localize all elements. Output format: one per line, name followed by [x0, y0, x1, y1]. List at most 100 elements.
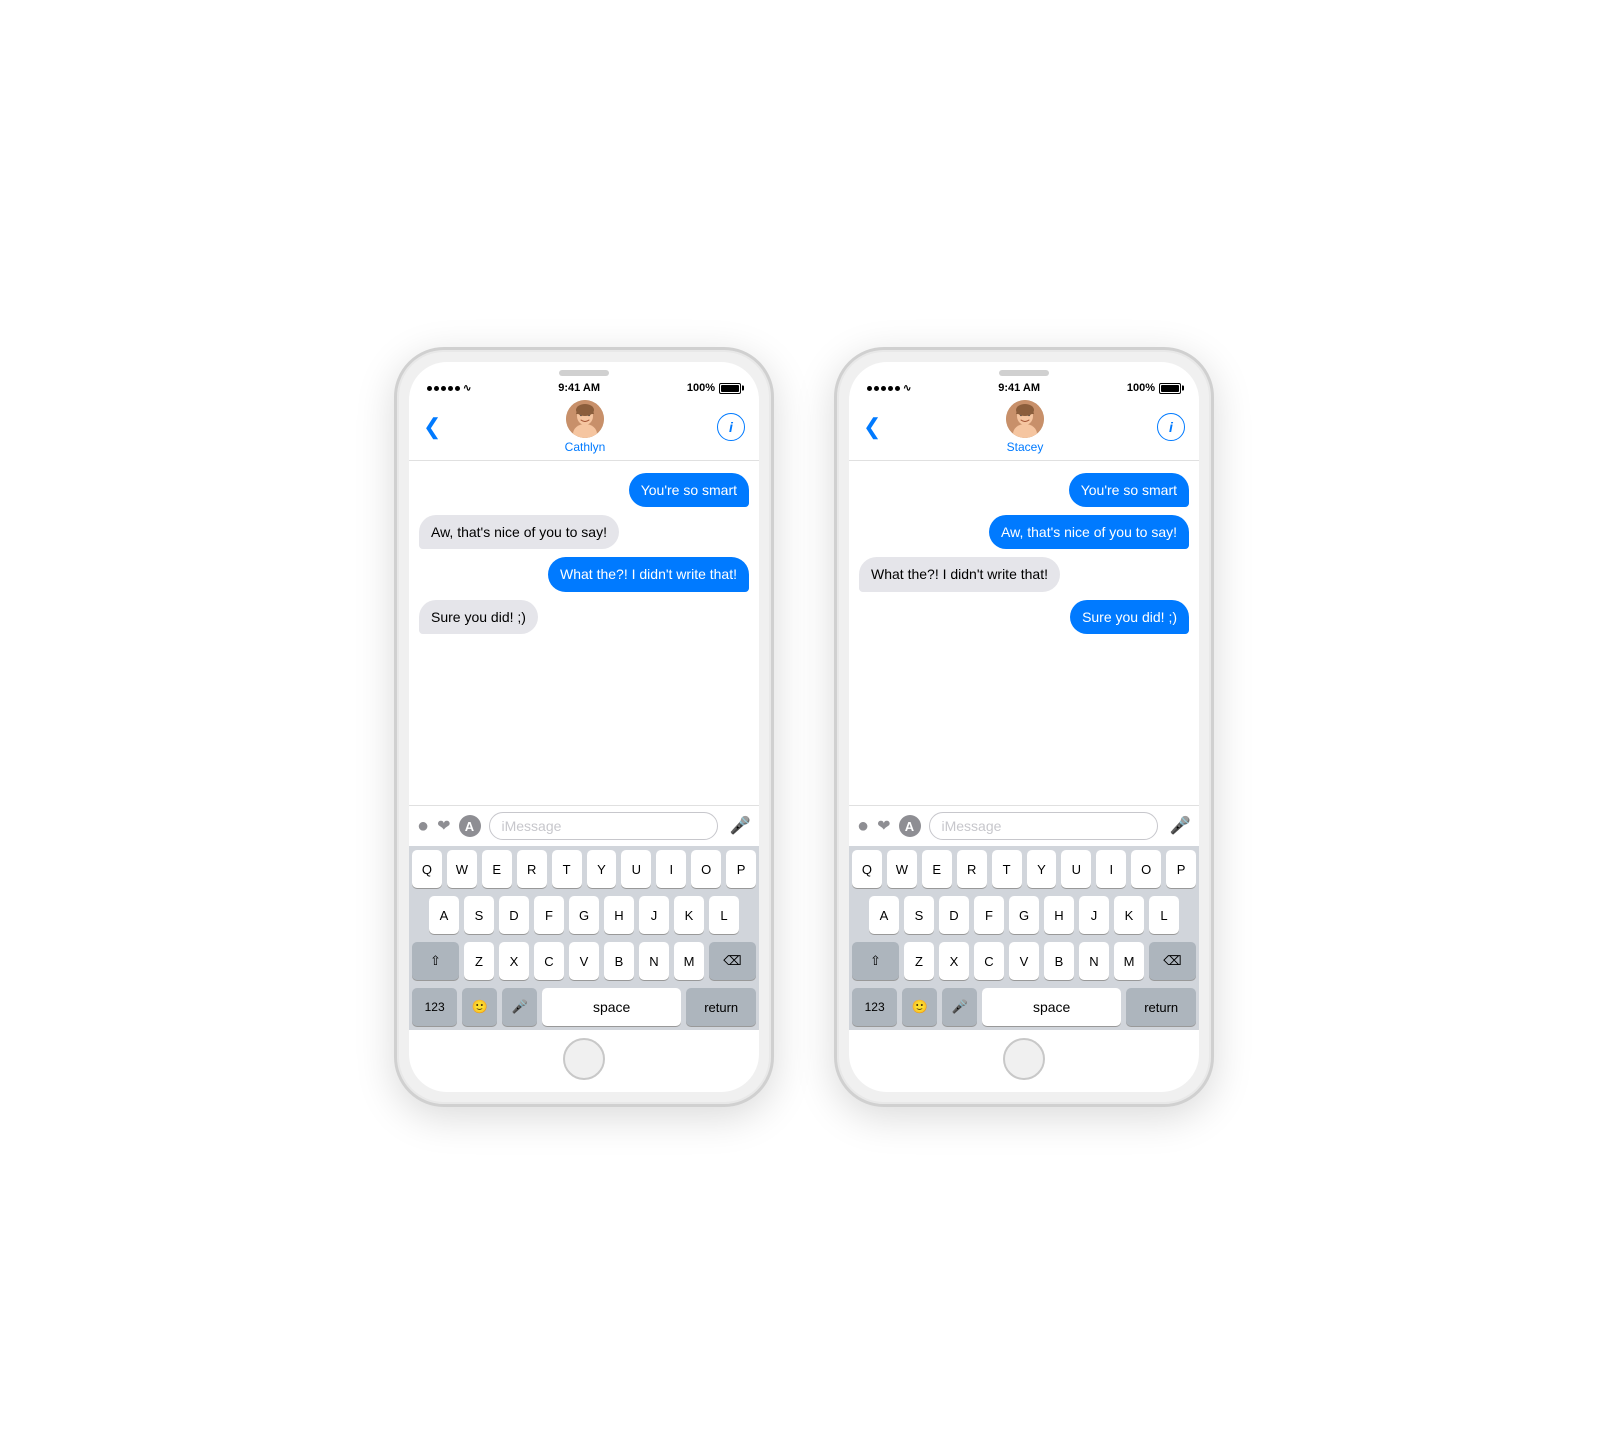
- message-bubble-1: Aw, that's nice of you to say!: [989, 515, 1189, 549]
- key-s[interactable]: S: [904, 896, 934, 934]
- key-h[interactable]: H: [604, 896, 634, 934]
- key-t[interactable]: T: [992, 850, 1022, 888]
- status-left: ∿: [427, 383, 471, 394]
- return-key[interactable]: return: [1126, 988, 1196, 1026]
- key-q[interactable]: Q: [412, 850, 442, 888]
- key-o[interactable]: O: [1131, 850, 1161, 888]
- signal-dots: [867, 386, 900, 391]
- key-n[interactable]: N: [639, 942, 669, 980]
- key-a[interactable]: A: [429, 896, 459, 934]
- key-u[interactable]: U: [1061, 850, 1091, 888]
- key-d[interactable]: D: [499, 896, 529, 934]
- key-i[interactable]: I: [656, 850, 686, 888]
- key-g[interactable]: G: [1009, 896, 1039, 934]
- apps-icon[interactable]: A: [899, 815, 921, 837]
- key-t[interactable]: T: [552, 850, 582, 888]
- key-w[interactable]: W: [447, 850, 477, 888]
- back-button[interactable]: ❮: [423, 414, 453, 440]
- keyboard-row-2: ASDFGHJKL: [849, 892, 1199, 938]
- emoji-key[interactable]: 🙂: [902, 988, 937, 1026]
- key-i[interactable]: I: [1096, 850, 1126, 888]
- camera-icon[interactable]: ●: [857, 815, 869, 838]
- key-e[interactable]: E: [922, 850, 952, 888]
- info-button[interactable]: i: [717, 413, 745, 441]
- shift-key[interactable]: ⇧: [412, 942, 459, 980]
- info-button[interactable]: i: [1157, 413, 1185, 441]
- home-button-area: [409, 1030, 759, 1092]
- key-x[interactable]: X: [499, 942, 529, 980]
- avatar: [1006, 400, 1044, 438]
- back-button[interactable]: ❮: [863, 414, 893, 440]
- key-q[interactable]: Q: [852, 850, 882, 888]
- key-u[interactable]: U: [621, 850, 651, 888]
- home-button[interactable]: [563, 1038, 605, 1080]
- imessage-input-field[interactable]: iMessage: [489, 812, 718, 840]
- key-p[interactable]: P: [1166, 850, 1196, 888]
- heart-icon[interactable]: ❤︎: [877, 816, 890, 836]
- message-bubble-2: What the?! I didn't write that!: [548, 557, 749, 591]
- key-e[interactable]: E: [482, 850, 512, 888]
- speaker-area: [849, 362, 1199, 380]
- phone-right: ∿ 9:41 AM 100% ❮: [834, 347, 1214, 1107]
- key-x[interactable]: X: [939, 942, 969, 980]
- key-r[interactable]: R: [517, 850, 547, 888]
- key-y[interactable]: Y: [1027, 850, 1057, 888]
- messages-area: You're so smart Aw, that's nice of you t…: [849, 461, 1199, 805]
- key-g[interactable]: G: [569, 896, 599, 934]
- space-key[interactable]: space: [542, 988, 681, 1026]
- home-button[interactable]: [1003, 1038, 1045, 1080]
- key-z[interactable]: Z: [464, 942, 494, 980]
- key-y[interactable]: Y: [587, 850, 617, 888]
- key-c[interactable]: C: [534, 942, 564, 980]
- key-n[interactable]: N: [1079, 942, 1109, 980]
- key-o[interactable]: O: [691, 850, 721, 888]
- key-d[interactable]: D: [939, 896, 969, 934]
- mic-key[interactable]: 🎤: [502, 988, 537, 1026]
- key-b[interactable]: B: [1044, 942, 1074, 980]
- key-h[interactable]: H: [1044, 896, 1074, 934]
- camera-icon[interactable]: ●: [417, 815, 429, 838]
- key-r[interactable]: R: [957, 850, 987, 888]
- imessage-input-field[interactable]: iMessage: [929, 812, 1158, 840]
- key-m[interactable]: M: [1114, 942, 1144, 980]
- key-b[interactable]: B: [604, 942, 634, 980]
- key-z[interactable]: Z: [904, 942, 934, 980]
- numbers-key[interactable]: 123: [852, 988, 897, 1026]
- speaker-area: [409, 362, 759, 380]
- numbers-key[interactable]: 123: [412, 988, 457, 1026]
- key-c[interactable]: C: [974, 942, 1004, 980]
- key-f[interactable]: F: [974, 896, 1004, 934]
- delete-key[interactable]: ⌫: [709, 942, 756, 980]
- key-l[interactable]: L: [709, 896, 739, 934]
- return-key[interactable]: return: [686, 988, 756, 1026]
- key-v[interactable]: V: [569, 942, 599, 980]
- key-k[interactable]: K: [1114, 896, 1144, 934]
- key-f[interactable]: F: [534, 896, 564, 934]
- status-left: ∿: [867, 383, 911, 394]
- delete-key[interactable]: ⌫: [1149, 942, 1196, 980]
- shift-key[interactable]: ⇧: [852, 942, 899, 980]
- messages-area: You're so smart Aw, that's nice of you t…: [409, 461, 759, 805]
- mic-icon-input[interactable]: 🎤: [1170, 816, 1191, 836]
- key-j[interactable]: J: [1079, 896, 1109, 934]
- avatar: [566, 400, 604, 438]
- space-key[interactable]: space: [982, 988, 1121, 1026]
- emoji-key[interactable]: 🙂: [462, 988, 497, 1026]
- key-w[interactable]: W: [887, 850, 917, 888]
- nav-center: Cathlyn: [565, 400, 606, 454]
- mic-icon-input[interactable]: 🎤: [730, 816, 751, 836]
- key-s[interactable]: S: [464, 896, 494, 934]
- keyboard-row-1: QWERTYUIOP: [409, 846, 759, 892]
- heart-icon[interactable]: ❤︎: [437, 816, 450, 836]
- apps-icon[interactable]: A: [459, 815, 481, 837]
- key-k[interactable]: K: [674, 896, 704, 934]
- key-m[interactable]: M: [674, 942, 704, 980]
- key-j[interactable]: J: [639, 896, 669, 934]
- mic-key[interactable]: 🎤: [942, 988, 977, 1026]
- key-p[interactable]: P: [726, 850, 756, 888]
- phone-body: ∿ 9:41 AM 100% ❮: [394, 347, 774, 1107]
- key-a[interactable]: A: [869, 896, 899, 934]
- wifi-icon: ∿: [463, 383, 471, 394]
- key-v[interactable]: V: [1009, 942, 1039, 980]
- key-l[interactable]: L: [1149, 896, 1179, 934]
